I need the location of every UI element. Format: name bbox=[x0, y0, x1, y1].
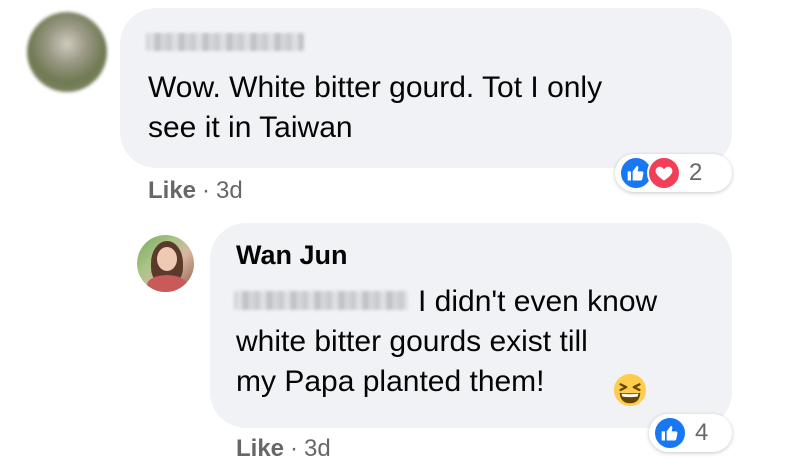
like-button[interactable]: Like bbox=[236, 435, 284, 462]
avatar-shirt bbox=[147, 275, 187, 292]
reply-actions: Like · 3d bbox=[236, 435, 331, 463]
comment-actions: Like · 3d bbox=[148, 177, 243, 205]
love-reaction-icon bbox=[647, 156, 681, 190]
commenter-avatar-blurred[interactable] bbox=[27, 12, 107, 92]
reply-timestamp[interactable]: 3d bbox=[304, 435, 331, 462]
comment-timestamp[interactable]: 3d bbox=[216, 177, 243, 204]
avatar-face bbox=[157, 247, 177, 271]
like-button[interactable]: Like bbox=[148, 177, 196, 204]
reaction-count: 4 bbox=[695, 419, 709, 446]
separator-dot: · bbox=[290, 435, 299, 462]
reaction-count: 2 bbox=[689, 159, 703, 186]
like-reaction-icon bbox=[653, 416, 687, 450]
redacted-author-name[interactable] bbox=[146, 33, 304, 51]
reply-reaction-summary[interactable]: 4 bbox=[649, 414, 732, 452]
comment-thread: Wow. White bitter gourd. Tot I only see … bbox=[0, 0, 800, 471]
grinning-squinting-face-emoji bbox=[613, 373, 647, 407]
separator-dot: · bbox=[202, 177, 211, 204]
reply-text-first-line: I didn't even know bbox=[418, 285, 658, 318]
reaction-summary[interactable]: 2 bbox=[615, 154, 732, 192]
redacted-tagged-name[interactable] bbox=[234, 291, 408, 310]
reply-author-name[interactable]: Wan Jun bbox=[236, 240, 348, 271]
reply-author-avatar[interactable] bbox=[137, 235, 194, 292]
comment-text: Wow. White bitter gourd. Tot I only see … bbox=[148, 71, 603, 144]
